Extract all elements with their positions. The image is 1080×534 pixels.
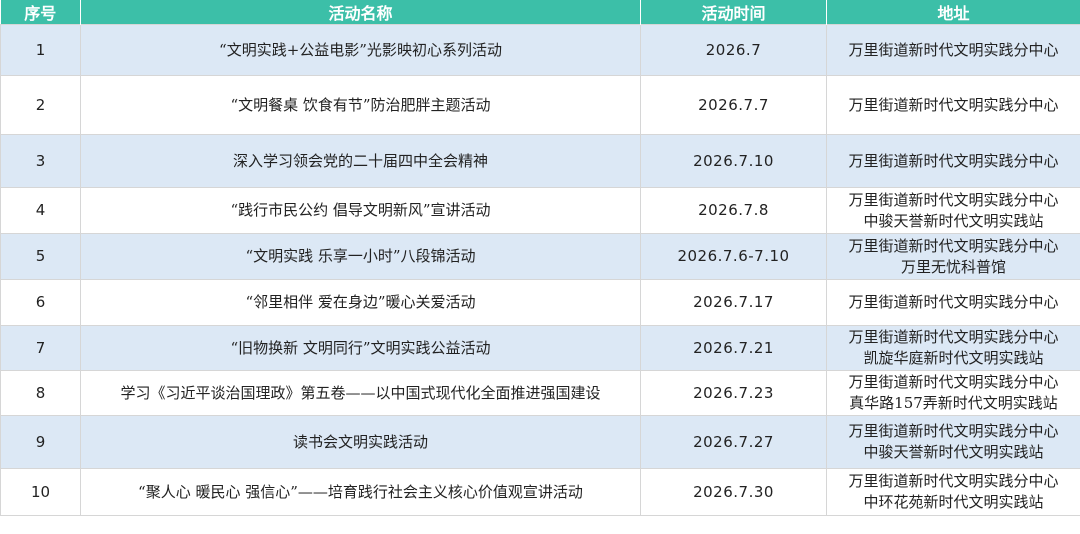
row-address: 万里街道新时代文明实践分中心 中环花苑新时代文明实践站 — [826, 468, 1080, 516]
row-activity-name: “文明实践 乐享一小时”八段锦活动 — [80, 233, 641, 280]
row-activity-name: “文明实践+公益电影”光影映初心系列活动 — [80, 24, 641, 76]
address-line: 万里街道新时代文明实践分中心 — [848, 95, 1059, 114]
row-activity-name: “文明餐桌 饮食有节”防治肥胖主题活动 — [80, 75, 641, 135]
row-activity-name: 读书会文明实践活动 — [80, 415, 641, 469]
address-line: 真华路157弄新时代文明实践站 — [849, 394, 1058, 412]
address-line: 中环花苑新时代文明实践站 — [863, 493, 1044, 511]
row-no: 10 — [0, 468, 81, 516]
row-no: 6 — [0, 279, 81, 326]
row-activity-name: 学习《习近平谈治国理政》第五卷——以中国式现代化全面推进强国建设 — [80, 370, 641, 416]
table-row: 6 “邻里相伴 爱在身边”暖心关爱活动 2026.7.17 万里街道新时代文明实… — [0, 279, 1080, 326]
row-no: 4 — [0, 187, 81, 234]
address-line: 万里街道新时代文明实践分中心 — [848, 328, 1059, 346]
row-address: 万里街道新时代文明实践分中心 — [826, 24, 1080, 76]
address-line: 万里街道新时代文明实践分中心 — [848, 472, 1059, 490]
header-name: 活动名称 — [80, 0, 641, 25]
table-row: 10 “聚人心 暖民心 强信心”——培育践行社会主义核心价值观宣讲活动 2026… — [0, 468, 1080, 516]
row-no: 8 — [0, 370, 81, 416]
row-time: 2026.7.30 — [640, 468, 827, 516]
row-address: 万里街道新时代文明实践分中心 — [826, 75, 1080, 135]
row-address: 万里街道新时代文明实践分中心 — [826, 134, 1080, 188]
address-line: 中骏天誉新时代文明实践站 — [863, 443, 1044, 461]
row-address: 万里街道新时代文明实践分中心 真华路157弄新时代文明实践站 — [826, 370, 1080, 416]
table-row: 2 “文明餐桌 饮食有节”防治肥胖主题活动 2026.7.7 万里街道新时代文明… — [0, 75, 1080, 135]
header-time: 活动时间 — [640, 0, 827, 25]
row-time: 2026.7.27 — [640, 415, 827, 469]
table-row: 4 “践行市民公约 倡导文明新风”宣讲活动 2026.7.8 万里街道新时代文明… — [0, 187, 1080, 234]
table-row: 8 学习《习近平谈治国理政》第五卷——以中国式现代化全面推进强国建设 2026.… — [0, 370, 1080, 416]
row-time: 2026.7.17 — [640, 279, 827, 326]
row-address: 万里街道新时代文明实践分中心 中骏天誉新时代文明实践站 — [826, 415, 1080, 469]
address-line: 万里街道新时代文明实践分中心 — [848, 236, 1059, 255]
address-line: 万里街道新时代文明实践分中心 — [848, 40, 1059, 59]
table-row: 9 读书会文明实践活动 2026.7.27 万里街道新时代文明实践分中心 中骏天… — [0, 415, 1080, 469]
row-activity-name: “邻里相伴 爱在身边”暖心关爱活动 — [80, 279, 641, 326]
row-activity-name: “聚人心 暖民心 强信心”——培育践行社会主义核心价值观宣讲活动 — [80, 468, 641, 516]
row-address: 万里街道新时代文明实践分中心 万里无忧科普馆 — [826, 233, 1080, 280]
row-time: 2026.7.10 — [640, 134, 827, 188]
table-row: 7 “旧物换新 文明同行”文明实践公益活动 2026.7.21 万里街道新时代文… — [0, 325, 1080, 371]
row-address: 万里街道新时代文明实践分中心 凯旋华庭新时代文明实践站 — [826, 325, 1080, 371]
row-address: 万里街道新时代文明实践分中心 — [826, 279, 1080, 326]
address-line: 万里街道新时代文明实践分中心 — [848, 373, 1059, 391]
activity-schedule-table: 序号 活动名称 活动时间 地址 1 “文明实践+公益电影”光影映初心系列活动 2… — [0, 0, 1080, 516]
row-time: 2026.7.23 — [640, 370, 827, 416]
row-no: 2 — [0, 75, 81, 135]
row-address: 万里街道新时代文明实践分中心 中骏天誉新时代文明实践站 — [826, 187, 1080, 234]
row-activity-name: 深入学习领会党的二十届四中全会精神 — [80, 134, 641, 188]
row-time: 2026.7.6-7.10 — [640, 233, 827, 280]
row-no: 5 — [0, 233, 81, 280]
table-row: 1 “文明实践+公益电影”光影映初心系列活动 2026.7 万里街道新时代文明实… — [0, 24, 1080, 76]
address-line: 凯旋华庭新时代文明实践站 — [863, 349, 1044, 367]
address-line: 万里街道新时代文明实践分中心 — [848, 422, 1059, 440]
header-address: 地址 — [826, 0, 1080, 25]
row-time: 2026.7 — [640, 24, 827, 76]
row-time: 2026.7.21 — [640, 325, 827, 371]
address-line: 万里街道新时代文明实践分中心 — [848, 190, 1059, 209]
row-no: 7 — [0, 325, 81, 371]
address-line: 万里街道新时代文明实践分中心 — [848, 151, 1059, 170]
table-row: 3 深入学习领会党的二十届四中全会精神 2026.7.10 万里街道新时代文明实… — [0, 134, 1080, 188]
header-no: 序号 — [0, 0, 81, 25]
table-row: 5 “文明实践 乐享一小时”八段锦活动 2026.7.6-7.10 万里街道新时… — [0, 233, 1080, 280]
table-header-row: 序号 活动名称 活动时间 地址 — [0, 0, 1080, 25]
address-line: 万里街道新时代文明实践分中心 — [848, 293, 1059, 311]
row-no: 1 — [0, 24, 81, 76]
address-line: 万里无忧科普馆 — [900, 257, 1006, 276]
row-no: 3 — [0, 134, 81, 188]
row-activity-name: “践行市民公约 倡导文明新风”宣讲活动 — [80, 187, 641, 234]
address-line: 中骏天誉新时代文明实践站 — [863, 211, 1044, 230]
row-no: 9 — [0, 415, 81, 469]
row-activity-name: “旧物换新 文明同行”文明实践公益活动 — [80, 325, 641, 371]
row-time: 2026.7.8 — [640, 187, 827, 234]
row-time: 2026.7.7 — [640, 75, 827, 135]
